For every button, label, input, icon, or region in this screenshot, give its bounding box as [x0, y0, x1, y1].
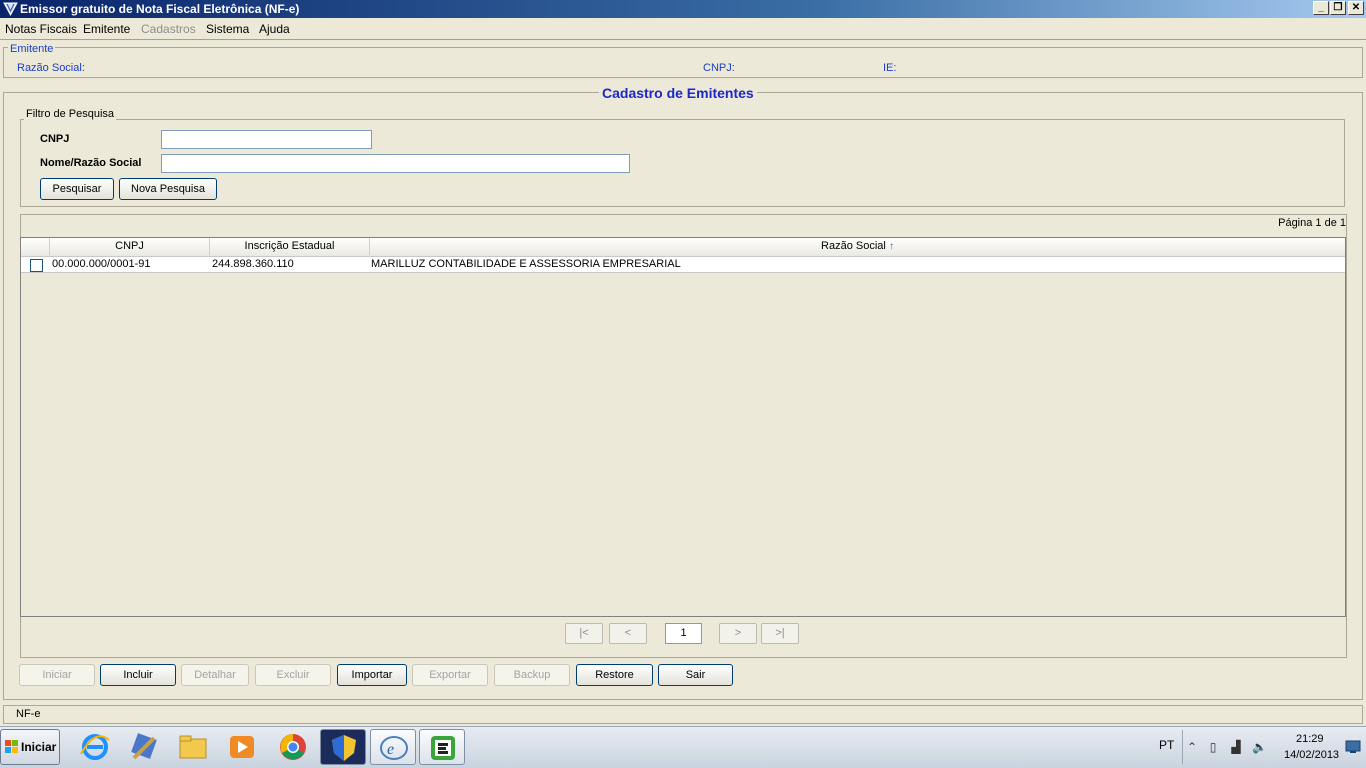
nome-input[interactable]: [161, 154, 630, 173]
volume-icon[interactable]: 🔈: [1252, 740, 1267, 754]
backup-button[interactable]: Backup: [494, 664, 570, 686]
start-label: Iniciar: [21, 740, 57, 754]
menu-ajuda[interactable]: Ajuda: [259, 22, 290, 36]
emitente-ie-label: IE:: [883, 62, 897, 74]
page-number-field[interactable]: 1: [665, 623, 702, 644]
sair-button[interactable]: Sair: [658, 664, 733, 686]
taskbar-app-nfe[interactable]: e: [370, 729, 416, 765]
menu-emitente[interactable]: Emitente: [83, 22, 130, 36]
table-row[interactable]: 00.000.000/0001-91 244.898.360.110 MARIL…: [21, 256, 1345, 273]
nome-label: Nome/Razão Social: [40, 157, 142, 169]
emitente-legend: Emitente: [8, 43, 56, 55]
pesquisar-button[interactable]: Pesquisar: [40, 178, 114, 200]
cnpj-label: CNPJ: [40, 133, 70, 145]
select-column-header[interactable]: [21, 238, 50, 255]
cell-cnpj: 00.000.000/0001-91: [52, 258, 151, 270]
taskbar-app-nfe-e[interactable]: [419, 729, 465, 765]
language-indicator[interactable]: PT: [1159, 738, 1174, 752]
nova-pesquisa-button[interactable]: Nova Pesquisa: [119, 178, 217, 200]
cnpj-input[interactable]: [161, 130, 372, 149]
security-shield-icon: [332, 735, 356, 761]
next-page-button[interactable]: >: [719, 623, 757, 644]
importar-button[interactable]: Importar: [337, 664, 407, 686]
table-header: CNPJ Inscrição Estadual Razão Social ↑: [21, 238, 1345, 255]
iniciar-button[interactable]: Iniciar: [19, 664, 95, 686]
filter-legend: Filtro de Pesquisa: [24, 108, 117, 120]
minimize-button[interactable]: _: [1313, 1, 1329, 15]
clock-time[interactable]: 21:29: [1296, 733, 1324, 745]
menu-notas-fiscais[interactable]: Notas Fiscais: [5, 22, 77, 36]
menu-cadastros[interactable]: Cadastros: [141, 22, 196, 36]
restore-button[interactable]: Restore: [576, 664, 653, 686]
prev-page-button[interactable]: <: [609, 623, 647, 644]
tools-icon: [131, 733, 157, 760]
taskbar-app-ie[interactable]: [72, 729, 118, 765]
first-page-button[interactable]: |<: [565, 623, 603, 644]
start-button[interactable]: Iniciar: [0, 729, 60, 765]
column-header-razao[interactable]: Razão Social ↑: [370, 238, 1345, 255]
network-signal-icon[interactable]: ▟: [1229, 740, 1243, 754]
page-info: Página 1 de 1: [1278, 217, 1346, 229]
internet-explorer-icon: [80, 734, 110, 760]
nfe-icon: e: [380, 736, 408, 760]
detalhar-button[interactable]: Detalhar: [181, 664, 249, 686]
svg-text:e: e: [387, 741, 394, 758]
window-title: Emissor gratuito de Nota Fiscal Eletrôni…: [20, 2, 300, 16]
page-title: Cadastro de Emitentes: [599, 85, 757, 101]
taskbar-app-security[interactable]: [320, 729, 366, 765]
column-header-razao-label: Razão Social: [821, 240, 886, 252]
windows-flag-icon: [5, 740, 18, 753]
row-checkbox[interactable]: [30, 259, 43, 272]
tray-separator: [1182, 730, 1183, 764]
sort-ascending-icon: ↑: [888, 241, 894, 252]
restore-button[interactable]: ❐: [1330, 1, 1346, 15]
show-desktop-icon[interactable]: [1345, 740, 1361, 754]
status-bar: NF-e: [3, 705, 1363, 724]
clock-date[interactable]: 14/02/2013: [1284, 749, 1339, 761]
emitente-cnpj-label: CNPJ:: [703, 62, 735, 74]
emitente-group: [3, 47, 1363, 78]
incluir-button[interactable]: Incluir: [100, 664, 176, 686]
show-hidden-icons-icon[interactable]: ⌃: [1185, 740, 1199, 754]
exportar-button[interactable]: Exportar: [412, 664, 488, 686]
column-header-ie[interactable]: Inscrição Estadual: [210, 238, 370, 255]
taskbar-app-chrome[interactable]: [270, 729, 316, 765]
title-bar: Emissor gratuito de Nota Fiscal Eletrôni…: [0, 0, 1366, 18]
emitente-razao-label: Razão Social:: [17, 62, 85, 74]
excluir-button[interactable]: Excluir: [255, 664, 331, 686]
taskbar-app-tools[interactable]: [121, 729, 167, 765]
column-header-cnpj[interactable]: CNPJ: [50, 238, 210, 255]
close-button[interactable]: ✕: [1348, 1, 1364, 15]
cell-ie: 244.898.360.110: [212, 258, 294, 270]
cell-razao: MARILLUZ CONTABILIDADE E ASSESSORIA EMPR…: [371, 258, 681, 270]
results-table: [20, 237, 1346, 617]
last-page-button[interactable]: >|: [761, 623, 799, 644]
menu-sistema[interactable]: Sistema: [206, 22, 249, 36]
taskbar-app-explorer[interactable]: [170, 729, 216, 765]
folder-icon: [179, 735, 207, 759]
menu-bar: Notas Fiscais Emitente Cadastros Sistema…: [0, 18, 1366, 40]
chrome-icon: [280, 734, 306, 760]
app-logo-icon: [3, 2, 18, 16]
media-player-icon: [230, 736, 254, 758]
nfe-e-icon: [431, 736, 455, 760]
battery-icon[interactable]: ▯: [1206, 740, 1220, 754]
taskbar-app-media[interactable]: [219, 729, 265, 765]
